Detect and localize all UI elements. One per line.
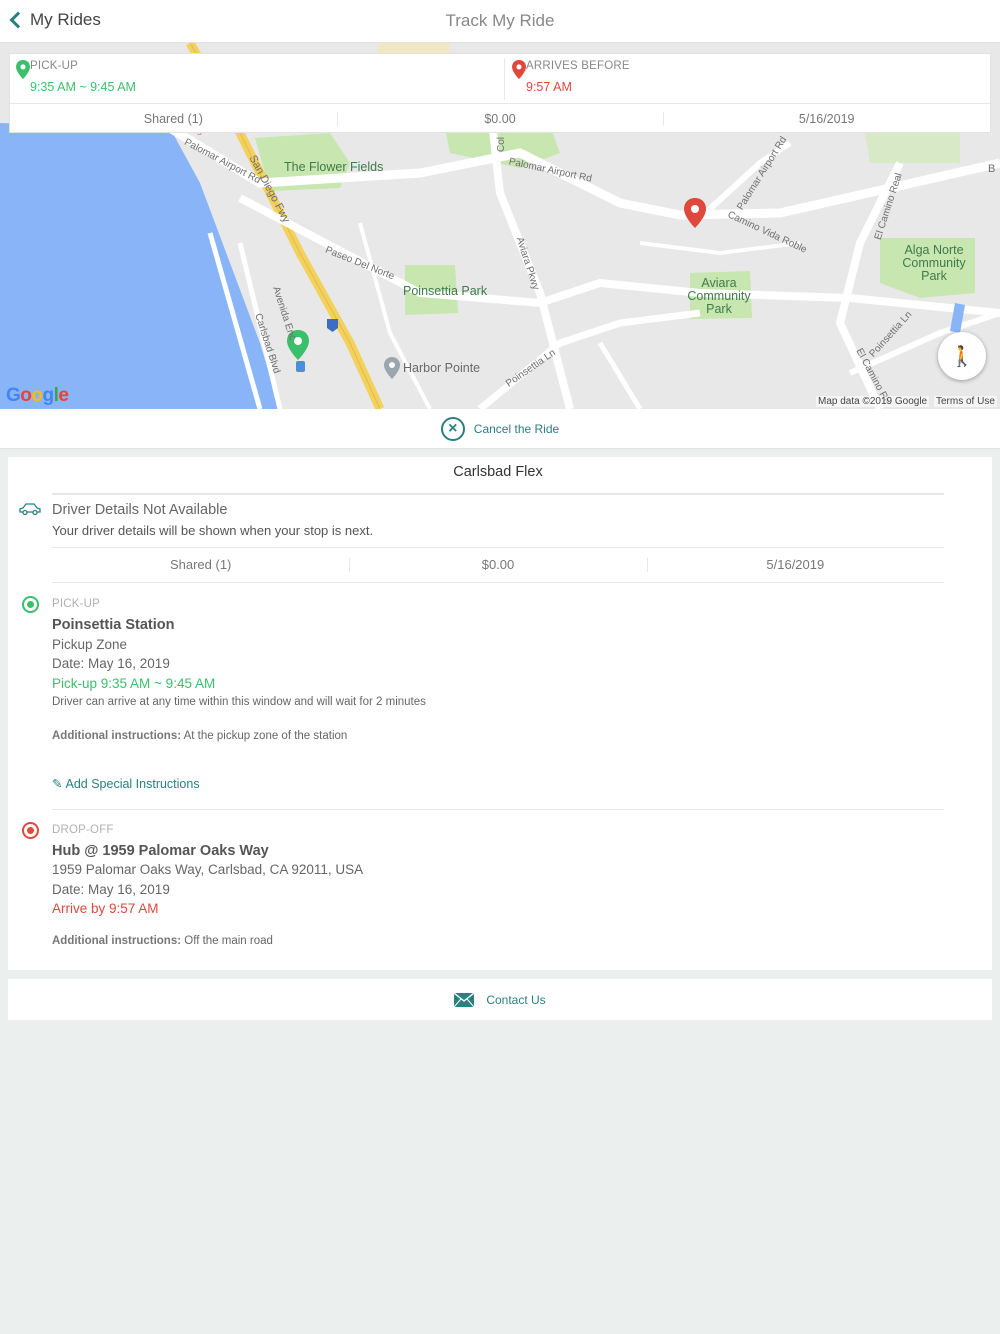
dropoff-map-pin xyxy=(684,198,706,228)
arrives-summary-time: 9:57 AM xyxy=(526,80,572,94)
service-name: Carlsbad Flex xyxy=(52,464,944,495)
cancel-ride-button[interactable]: × Cancel the Ride xyxy=(0,409,1000,449)
dropoff-section-label: DROP-OFF xyxy=(52,824,114,836)
dropoff-pin-icon xyxy=(512,60,526,79)
ride-summary-card: PICK-UP 9:35 AM ~ 9:45 AM ARRIVES BEFORE… xyxy=(9,53,991,133)
dropoff-instructions: Additional instructions: Off the main ro… xyxy=(52,935,273,947)
pickup-section-label: PICK-UP xyxy=(52,598,101,610)
map-road-label: Col xyxy=(496,136,508,153)
pickup-instructions-text: At the pickup zone of the station xyxy=(181,730,348,742)
ride-details-card: Carlsbad Flex Driver Details Not Availab… xyxy=(8,457,992,970)
car-icon xyxy=(19,503,41,516)
pickup-pin-icon xyxy=(16,60,30,79)
contact-us-button[interactable]: Contact Us xyxy=(8,979,992,1020)
pedestrian-icon: 🚶 xyxy=(949,345,975,368)
ride-date: 5/16/2019 xyxy=(663,104,990,134)
fare: $0.00 xyxy=(336,104,664,134)
dropoff-arrive-time: Arrive by 9:57 AM xyxy=(52,901,159,916)
pickup-window: Pick-up 9:35 AM ~ 9:45 AM xyxy=(52,676,216,691)
map-edge-label: B xyxy=(988,163,996,175)
ride-date: 5/16/2019 xyxy=(646,548,944,582)
fare: $0.00 xyxy=(349,548,646,582)
pickup-stop-date: Date: May 16, 2019 xyxy=(52,656,170,671)
top-nav-bar: My Rides Track My Ride xyxy=(0,0,1000,43)
divider xyxy=(504,58,505,100)
ride-type: Shared (1) xyxy=(169,557,232,572)
dropoff-stop-icon xyxy=(22,822,39,839)
map-label-harbor-pointe: Harbor Pointe xyxy=(403,361,481,375)
dropoff-stop-name: Hub @ 1959 Palomar Oaks Way xyxy=(52,843,269,859)
map-label-alga-norte: Alga Norte Community Park xyxy=(902,243,966,283)
ride-info-row: Shared (1) $0.00 5/16/2019 xyxy=(52,547,944,583)
add-special-instructions-label: Add Special Instructions xyxy=(65,776,200,791)
cancel-ride-label: Cancel the Ride xyxy=(473,421,560,436)
contact-us-label: Contact Us xyxy=(486,992,546,1007)
map-terms-link[interactable]: Terms of Use xyxy=(934,396,997,407)
page-title: Track My Ride xyxy=(445,11,555,30)
pickup-stop-name: Poinsettia Station xyxy=(52,617,175,633)
dropoff-stop-date: Date: May 16, 2019 xyxy=(52,882,170,897)
pickup-instructions: Additional instructions: At the pickup z… xyxy=(52,730,347,742)
pickup-summary-window: 9:35 AM ~ 9:45 AM xyxy=(30,80,136,94)
pickup-summary: PICK-UP 9:35 AM ~ 9:45 AM xyxy=(10,60,136,94)
ride-type: Shared (1) xyxy=(143,112,203,126)
driver-details-title: Driver Details Not Available xyxy=(52,502,228,518)
arrives-summary-label: ARRIVES BEFORE xyxy=(526,60,630,72)
arrives-summary: ARRIVES BEFORE 9:57 AM xyxy=(506,60,630,94)
harbor-pointe-pin xyxy=(384,357,400,379)
summary-info-row: Shared (1) $0.00 5/16/2019 xyxy=(10,104,990,134)
map-label-flower-fields: The Flower Fields xyxy=(284,160,384,174)
pickup-stop-location: Pickup Zone xyxy=(52,637,128,652)
walking-directions-button[interactable]: 🚶 xyxy=(938,332,986,380)
cancel-circle-icon: × xyxy=(440,416,465,441)
pencil-icon: ✎ xyxy=(52,777,63,791)
pickup-stop-icon xyxy=(22,596,39,613)
pickup-summary-label: PICK-UP xyxy=(30,60,79,72)
map-label-poinsettia-park: Poinsettia Park xyxy=(403,284,488,298)
pickup-wait-note: Driver can arrive at any time within thi… xyxy=(52,696,426,708)
envelope-icon xyxy=(454,992,475,1007)
map-label-aviara-park: Aviara Community Park xyxy=(687,276,751,316)
dropoff-instructions-label: Additional instructions: xyxy=(52,935,182,947)
dropoff-instructions-text: Off the main road xyxy=(181,935,273,947)
add-special-instructions-link[interactable]: ✎ Add Special Instructions xyxy=(52,776,200,792)
divider xyxy=(52,809,944,810)
driver-details-subtitle: Your driver details will be shown when y… xyxy=(52,523,374,538)
google-logo: Google xyxy=(6,385,69,406)
dropoff-stop-address: 1959 Palomar Oaks Way, Carlsbad, CA 9201… xyxy=(52,862,364,877)
map-attribution: Map data ©2019 Google xyxy=(816,396,930,407)
pickup-instructions-label: Additional instructions: xyxy=(52,730,182,742)
